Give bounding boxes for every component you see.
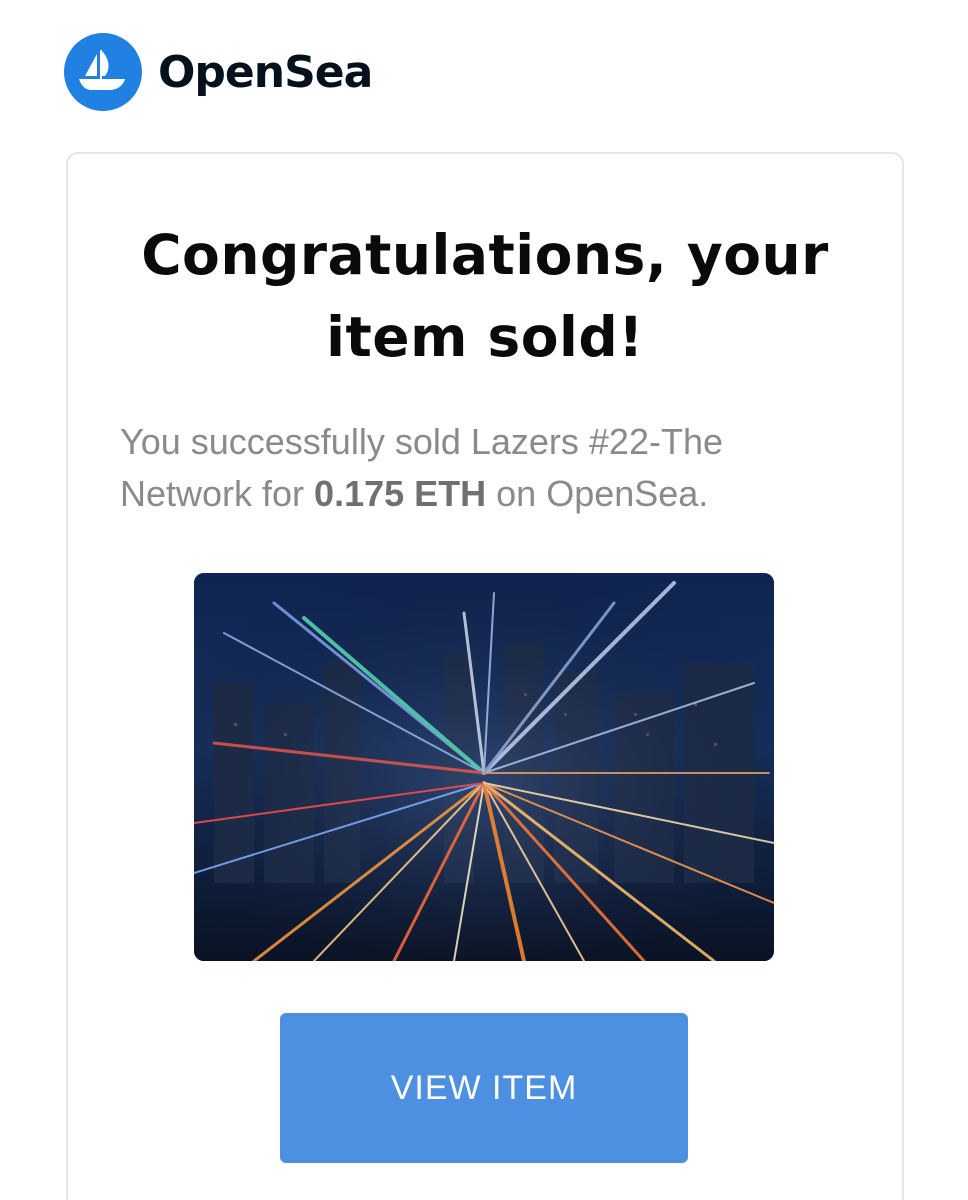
- sale-notification-card: Congratulations, your item sold! You suc…: [66, 152, 904, 1200]
- brand-name: OpenSea: [158, 46, 373, 98]
- view-item-button[interactable]: VIEW ITEM: [280, 1013, 688, 1163]
- nft-item-image[interactable]: [194, 573, 774, 961]
- sale-message: You successfully sold Lazers #22-The Net…: [120, 416, 860, 520]
- message-suffix: on OpenSea.: [486, 473, 709, 514]
- sale-price: 0.175 ETH: [314, 473, 487, 514]
- congratulations-heading: Congratulations, your item sold!: [141, 223, 829, 369]
- opensea-logo-icon[interactable]: [64, 33, 142, 111]
- header: OpenSea: [64, 33, 373, 111]
